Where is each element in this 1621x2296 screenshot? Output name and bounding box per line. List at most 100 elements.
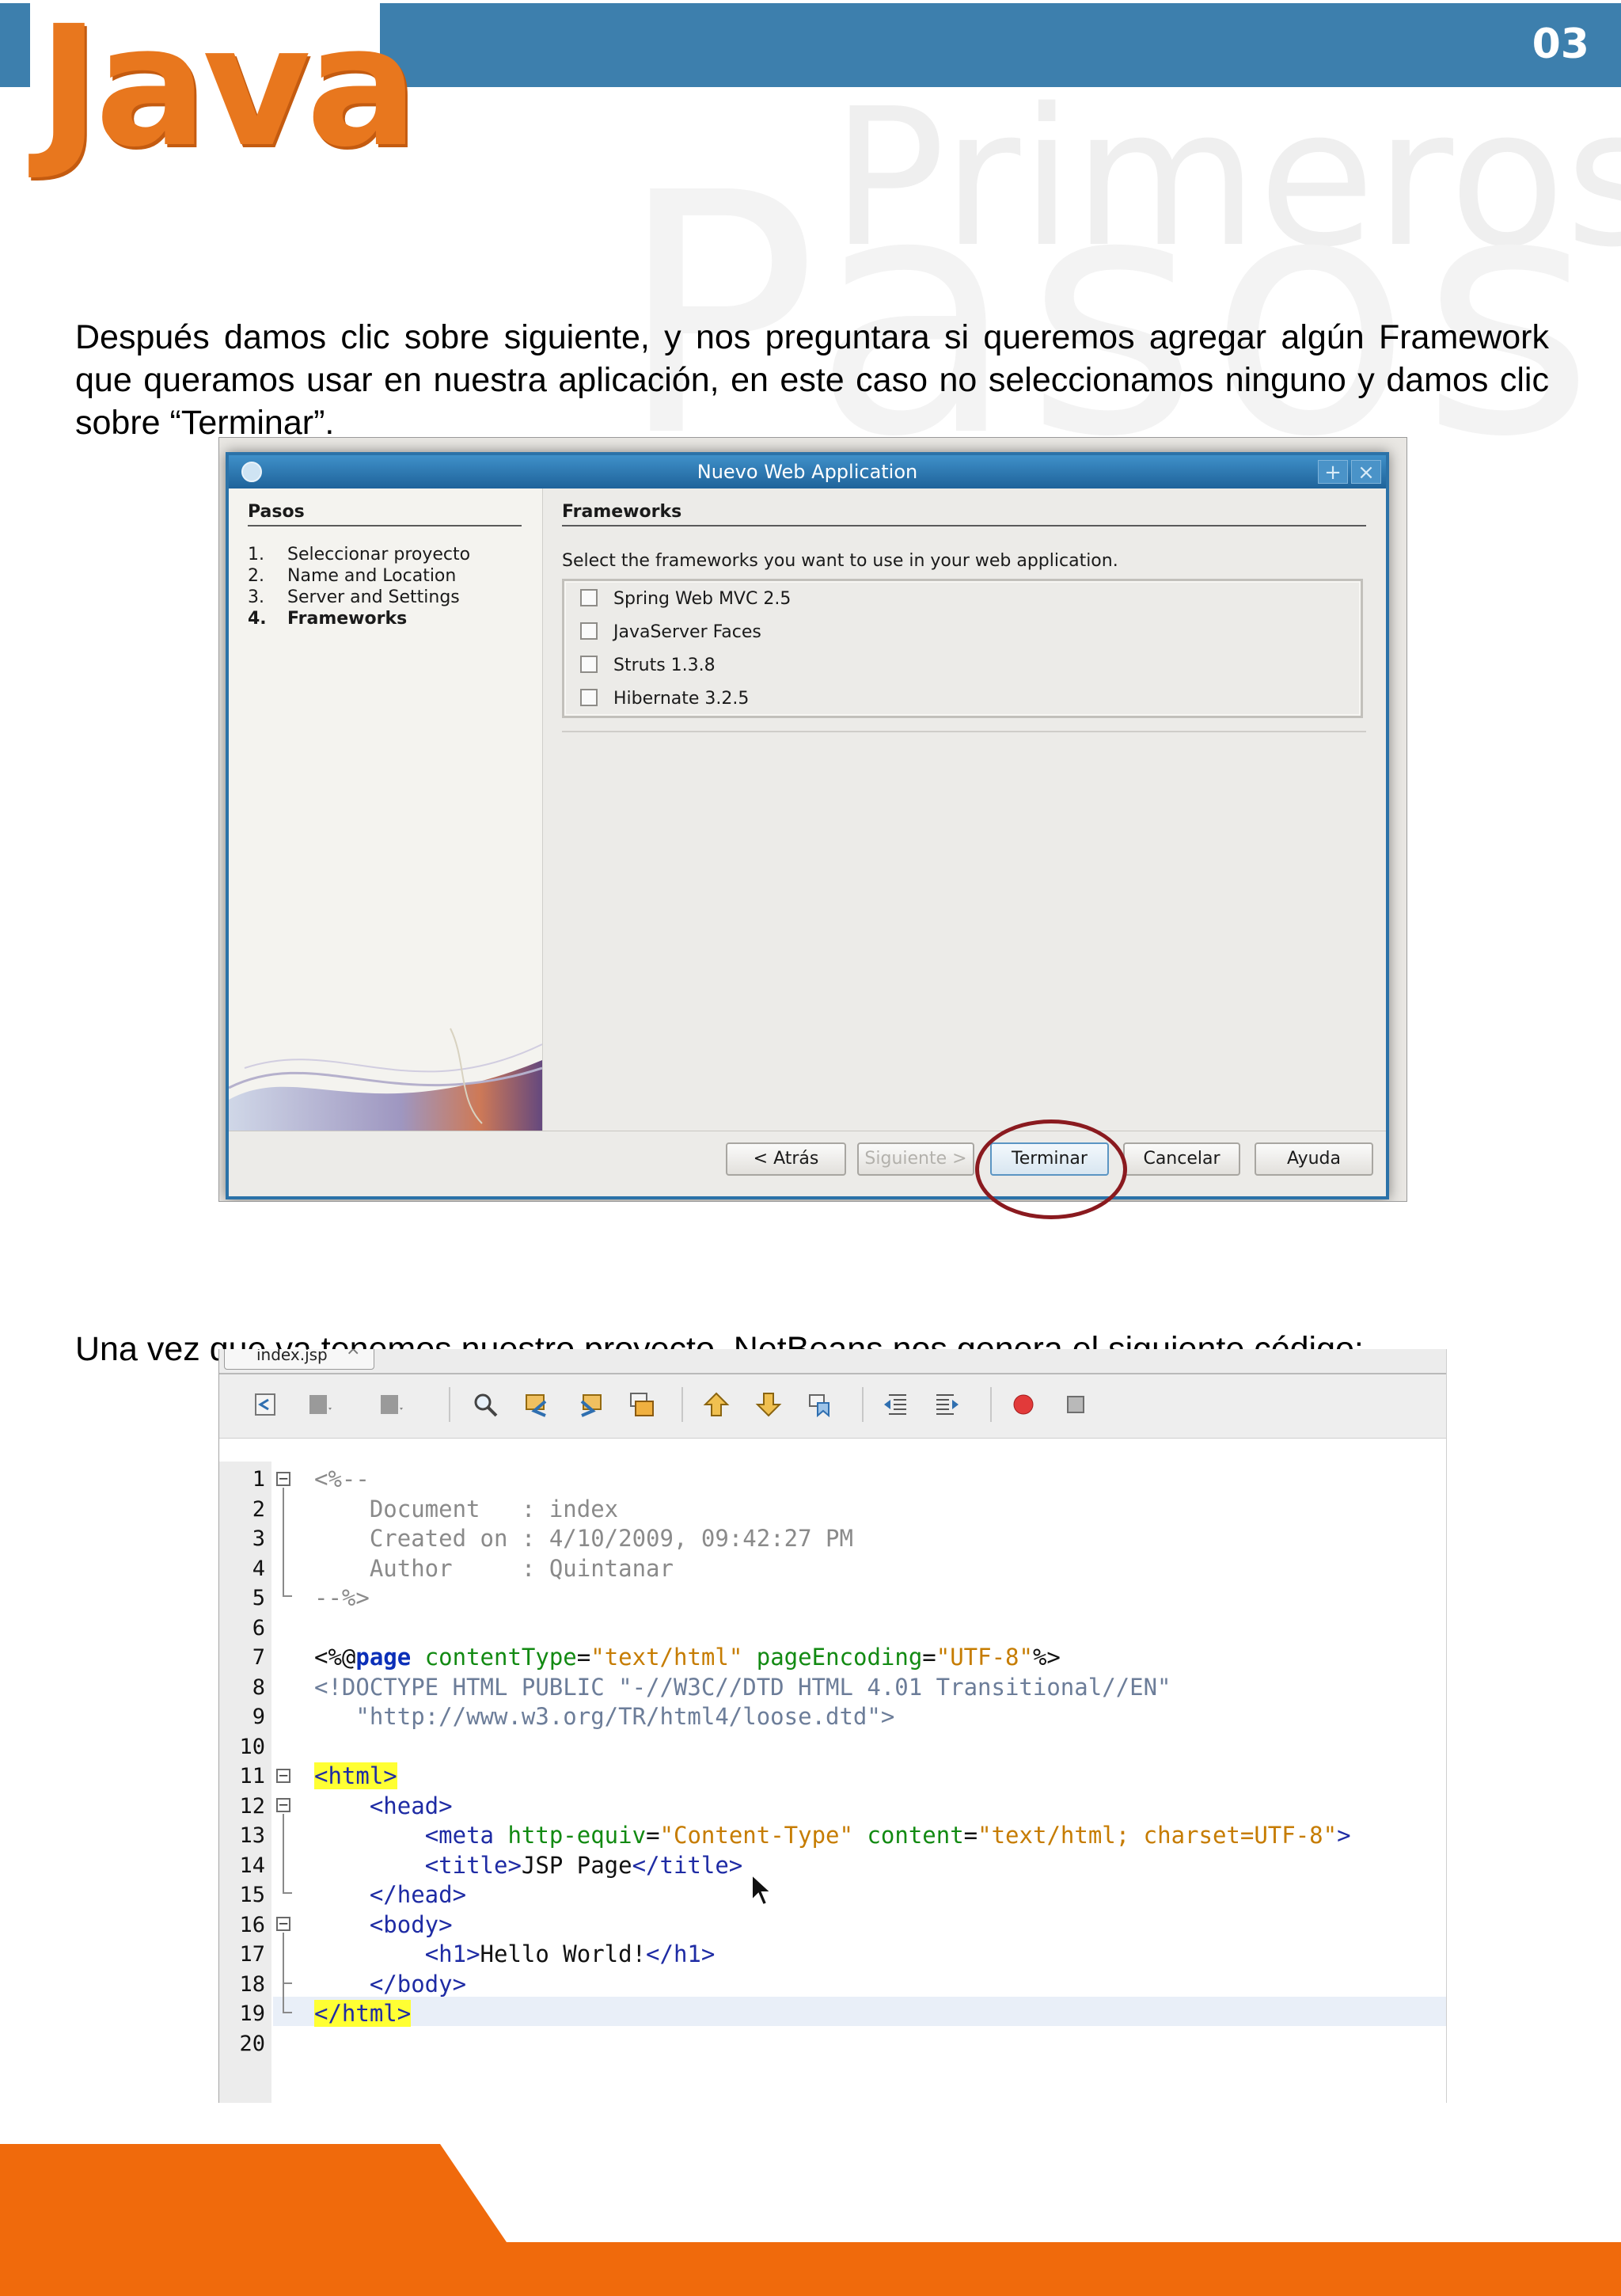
line-number: 10 <box>239 1734 265 1759</box>
dialog-title: Nuevo Web Application <box>697 461 918 483</box>
line-number: 2 <box>252 1496 265 1522</box>
code-token: contentType <box>424 1644 577 1671</box>
framework-label: Struts 1.3.8 <box>613 656 716 675</box>
code-token: content <box>867 1822 964 1849</box>
line-number: 11 <box>239 1764 265 1789</box>
line-number: 9 <box>252 1705 265 1729</box>
code-token: <h1> <box>424 1941 480 1967</box>
new-web-application-dialog: Nuevo Web Application + × Pasos 1. Selecc… <box>226 452 1389 1199</box>
code-line-4: Author : Quintanar <box>314 1554 674 1584</box>
framework-option[interactable]: Hibernate 3.2.5 <box>580 687 749 711</box>
footer-decoration <box>0 2144 1621 2296</box>
stop-macro-recording-icon[interactable] <box>1061 1390 1090 1419</box>
last-edit-icon[interactable] <box>251 1390 279 1419</box>
code-token: </h1> <box>646 1941 716 1967</box>
code-token: page <box>355 1644 412 1671</box>
code-token: </title> <box>632 1851 743 1879</box>
line-number: 8 <box>252 1674 265 1700</box>
step-item-current: 4. Frameworks <box>248 608 407 629</box>
header-left-strip <box>0 3 30 87</box>
fold-guide-end <box>283 1595 292 1597</box>
editor-toolbar <box>219 1374 1446 1439</box>
line-number: 3 <box>252 1526 265 1551</box>
back-button[interactable]: < Atrás <box>726 1142 846 1176</box>
code-line-15: </head> <box>314 1880 466 1910</box>
mouse-pointer-icon <box>751 1873 773 1906</box>
code-token: Author <box>369 1554 522 1582</box>
code-token: pageEncoding <box>756 1644 923 1671</box>
help-button[interactable]: Ayuda <box>1255 1142 1373 1176</box>
previous-bookmark-icon[interactable] <box>702 1390 731 1419</box>
line-number: 7 <box>252 1645 265 1670</box>
fold-toggle-icon[interactable]: − <box>276 1915 290 1931</box>
code-token: <%@ <box>314 1644 356 1671</box>
fold-guide <box>283 1488 284 1595</box>
code-token: > <box>1337 1822 1351 1849</box>
step-label: Seleccionar proyecto <box>287 545 471 564</box>
framework-option[interactable]: Struts 1.3.8 <box>580 654 716 678</box>
framework-label: Hibernate 3.2.5 <box>613 689 750 709</box>
code-token: <body> <box>369 1910 453 1938</box>
find-next-icon[interactable] <box>575 1390 604 1419</box>
code-line-12: <head> <box>314 1792 453 1822</box>
code-line-1: <%-- <box>314 1465 370 1492</box>
close-icon[interactable]: × <box>1351 460 1381 485</box>
shift-line-right-icon[interactable] <box>933 1390 962 1419</box>
cancel-button[interactable]: Cancelar <box>1123 1142 1240 1176</box>
code-token: </head> <box>369 1881 467 1908</box>
shift-line-left-icon[interactable] <box>881 1390 909 1419</box>
framework-checkbox[interactable] <box>580 589 598 606</box>
code-token: : Quintanar <box>521 1554 674 1582</box>
fold-toggle-icon[interactable]: − <box>276 1470 290 1486</box>
code-token-matched-tag: </html> <box>314 2000 412 2027</box>
frameworks-divider <box>562 731 1366 732</box>
framework-label: JavaServer Faces <box>613 622 761 642</box>
code-line-18: </body> <box>314 1970 466 2000</box>
framework-checkbox[interactable] <box>580 656 598 673</box>
line-number: 15 <box>239 1883 265 1907</box>
line-number: 19 <box>239 2001 265 2026</box>
step-item: 3. Server and Settings <box>248 587 460 608</box>
code-token-matched-tag: <html> <box>314 1762 397 1789</box>
fold-guide-end <box>283 2012 292 2013</box>
paragraph-intro: Después damos clic sobre siguiente, y no… <box>75 318 1549 442</box>
code-line-17: <h1>Hello World!</h1> <box>314 1940 716 1970</box>
step-label: Server and Settings <box>287 587 460 607</box>
framework-checkbox[interactable] <box>580 622 598 640</box>
dialog-titlebar[interactable]: Nuevo Web Application + × <box>229 455 1386 488</box>
find-previous-icon[interactable] <box>523 1390 552 1419</box>
find-icon[interactable] <box>471 1390 499 1419</box>
start-macro-recording-icon[interactable] <box>1009 1390 1038 1419</box>
code-token: </body> <box>369 1970 467 1998</box>
fold-toggle-icon[interactable]: − <box>276 1796 290 1812</box>
framework-label: Spring Web MVC 2.5 <box>613 589 792 609</box>
code-token: : index <box>521 1495 619 1522</box>
forward-nav-icon[interactable] <box>376 1390 404 1419</box>
framework-option[interactable]: Spring Web MVC 2.5 <box>580 587 791 611</box>
tab-close-icon[interactable]: × <box>346 1349 360 1359</box>
toggle-bookmark-icon[interactable] <box>807 1390 835 1419</box>
editor-tab-strip: index.jsp × <box>219 1349 1446 1374</box>
dialog-button-bar: < Atrás Siguiente > Terminar Cancelar Ay… <box>229 1131 1386 1196</box>
fold-toggle-icon[interactable]: − <box>276 1767 290 1783</box>
code-line-13: <meta http-equiv="Content-Type" content=… <box>424 1822 1351 1849</box>
maximize-icon[interactable]: + <box>1318 460 1348 485</box>
next-button[interactable]: Siguiente > <box>857 1142 974 1176</box>
code-token: Created on <box>369 1525 522 1552</box>
framework-option[interactable]: JavaServer Faces <box>580 621 761 644</box>
back-nav-icon[interactable] <box>305 1390 333 1419</box>
step-number: 1. <box>248 545 264 564</box>
code-token: "text/html" <box>590 1644 743 1671</box>
code-token: <title> <box>424 1851 522 1879</box>
frameworks-pane: Frameworks Select the frameworks you wan… <box>543 488 1386 1131</box>
code-line-3: Created on : 4/10/2009, 09:42:27 PM <box>314 1524 853 1554</box>
step-number: 2. <box>248 566 264 586</box>
code-token: <meta <box>424 1822 494 1849</box>
code-line-19: </html> <box>314 1999 412 2029</box>
toggle-highlight-icon[interactable] <box>628 1390 656 1419</box>
screenshot-code-editor: index.jsp × 1 2 3 4 5 6 7 8 9 10 11 12 1… <box>218 1349 1447 2103</box>
next-bookmark-icon[interactable] <box>754 1390 783 1419</box>
step-number: 4. <box>248 609 267 629</box>
line-number: 20 <box>239 2031 265 2056</box>
framework-checkbox[interactable] <box>580 689 598 706</box>
